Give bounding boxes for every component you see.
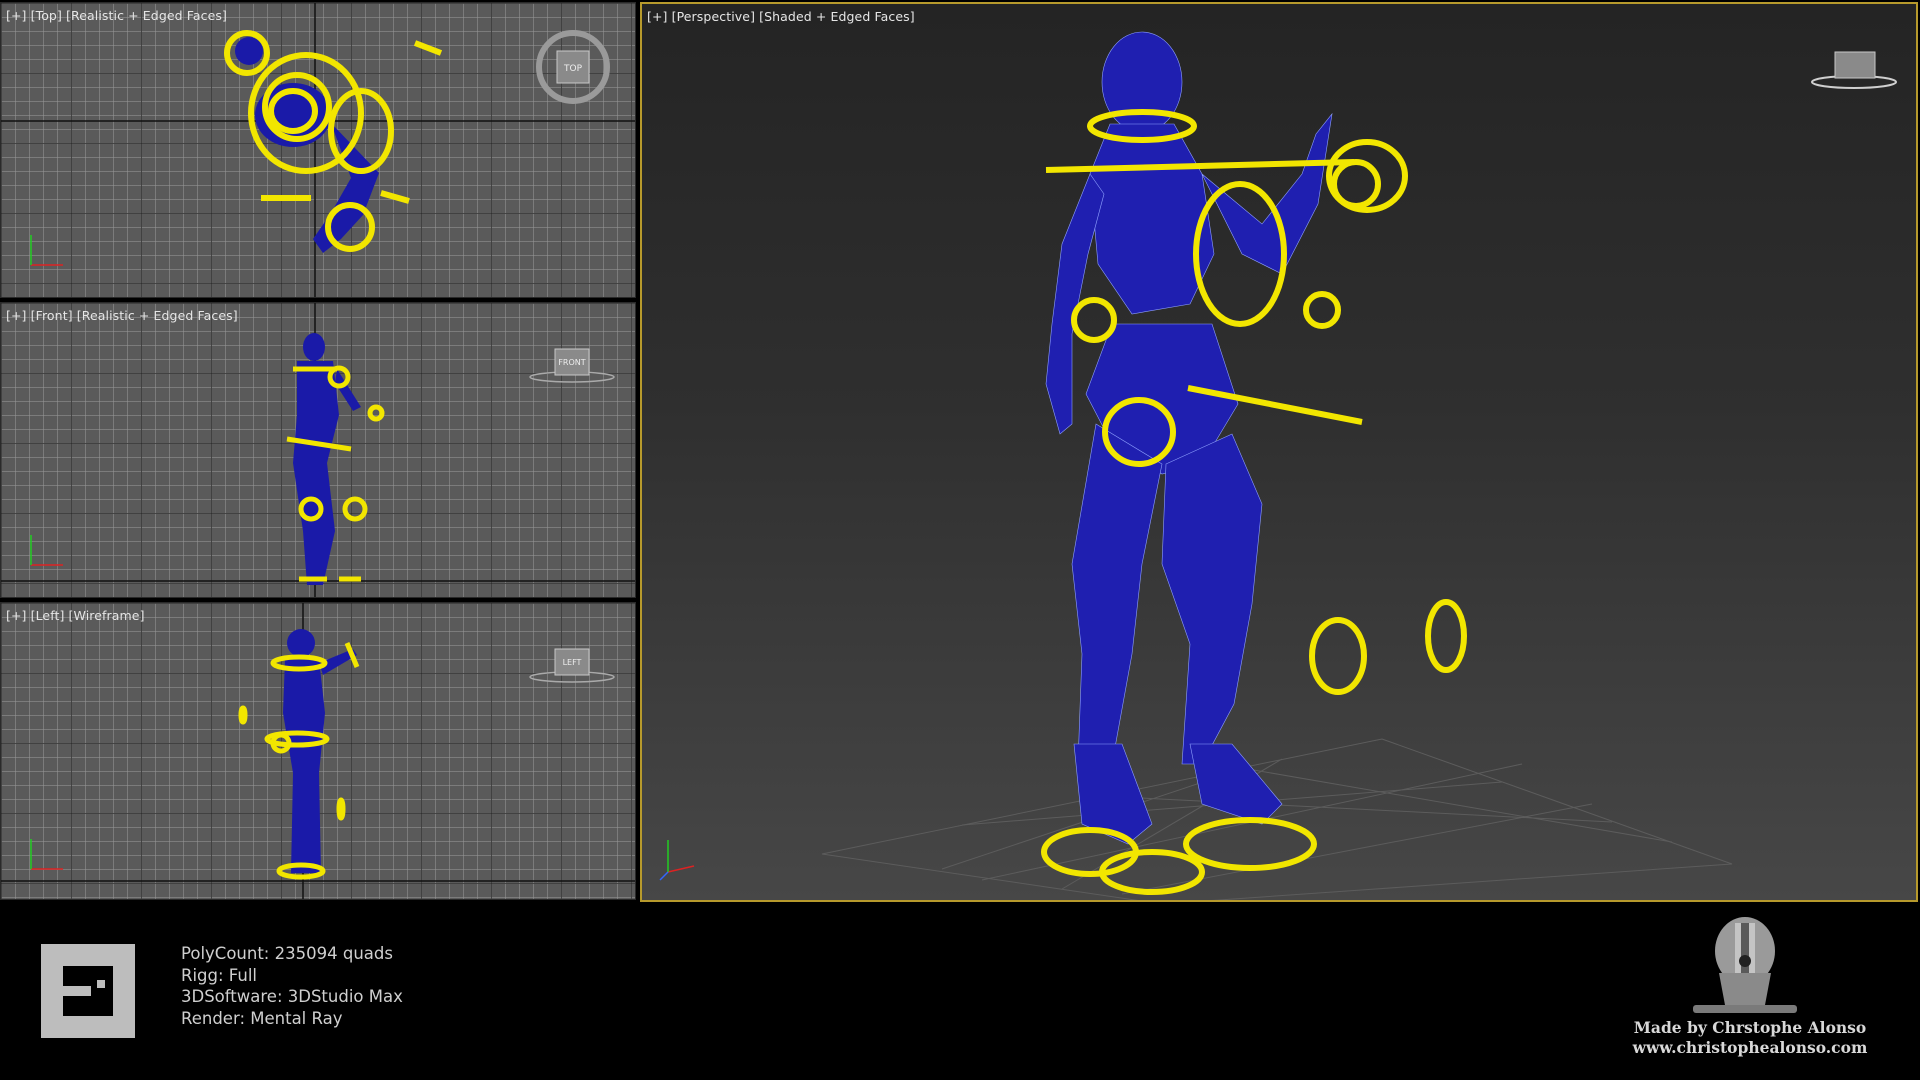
viewport-label-perspective[interactable]: [+] [Perspective] [Shaded + Edged Faces]: [647, 9, 915, 24]
viewcube-icon[interactable]: [1809, 44, 1899, 94]
credits: Made by Chrstophe Alonso www.christophea…: [1600, 1018, 1900, 1058]
svg-text:FRONT: FRONT: [558, 358, 585, 367]
polycount-text: PolyCount: 235094 quads: [181, 944, 393, 963]
viewcube-icon[interactable]: TOP: [533, 27, 613, 107]
robot-head-icon: [1693, 917, 1797, 1013]
author-credit: Made by Chrstophe Alonso: [1633, 1018, 1867, 1037]
logo-icon: [41, 944, 135, 1038]
viewport-label-left[interactable]: [+] [Left] [Wireframe]: [6, 608, 145, 623]
axis-tripod-icon: [30, 839, 63, 870]
model-info: PolyCount: 235094 quads Rigg: Full 3DSof…: [181, 943, 403, 1029]
axis-tripod-icon: [30, 235, 63, 266]
axis-tripod-icon: [659, 840, 695, 881]
viewcube-icon[interactable]: LEFT: [527, 647, 617, 687]
viewport-front[interactable]: FRONT [+] [Front] [Realistic + Edged Fac…: [0, 302, 636, 598]
svg-text:TOP: TOP: [563, 64, 583, 74]
website-link[interactable]: www.christophealonso.com: [1600, 1038, 1900, 1058]
rigg-text: Rigg: Full: [181, 965, 258, 985]
axis-tripod-icon: [30, 535, 63, 566]
svg-text:LEFT: LEFT: [563, 658, 582, 667]
compass-ring-icon: TOP: [536, 30, 610, 104]
viewport-top[interactable]: TOP [+] [Top] [Realistic + Edged Faces]: [0, 2, 636, 298]
viewport-left[interactable]: LEFT [+] [Left] [Wireframe]: [0, 602, 636, 900]
software-text: 3DSoftware: 3DStudio Max: [181, 987, 403, 1006]
viewport-label-top[interactable]: [+] [Top] [Realistic + Edged Faces]: [6, 8, 227, 23]
render-text: Render: Mental Ray: [181, 1008, 343, 1028]
character-mesh-perspective: [1045, 31, 1333, 845]
perspective-scene: [659, 31, 1733, 900]
rig-controls-top: [224, 30, 443, 252]
viewport-perspective[interactable]: [+] [Perspective] [Shaded + Edged Faces]: [640, 2, 1918, 902]
viewport-label-front[interactable]: [+] [Front] [Realistic + Edged Faces]: [6, 308, 238, 323]
viewcube-icon[interactable]: FRONT: [527, 347, 617, 387]
